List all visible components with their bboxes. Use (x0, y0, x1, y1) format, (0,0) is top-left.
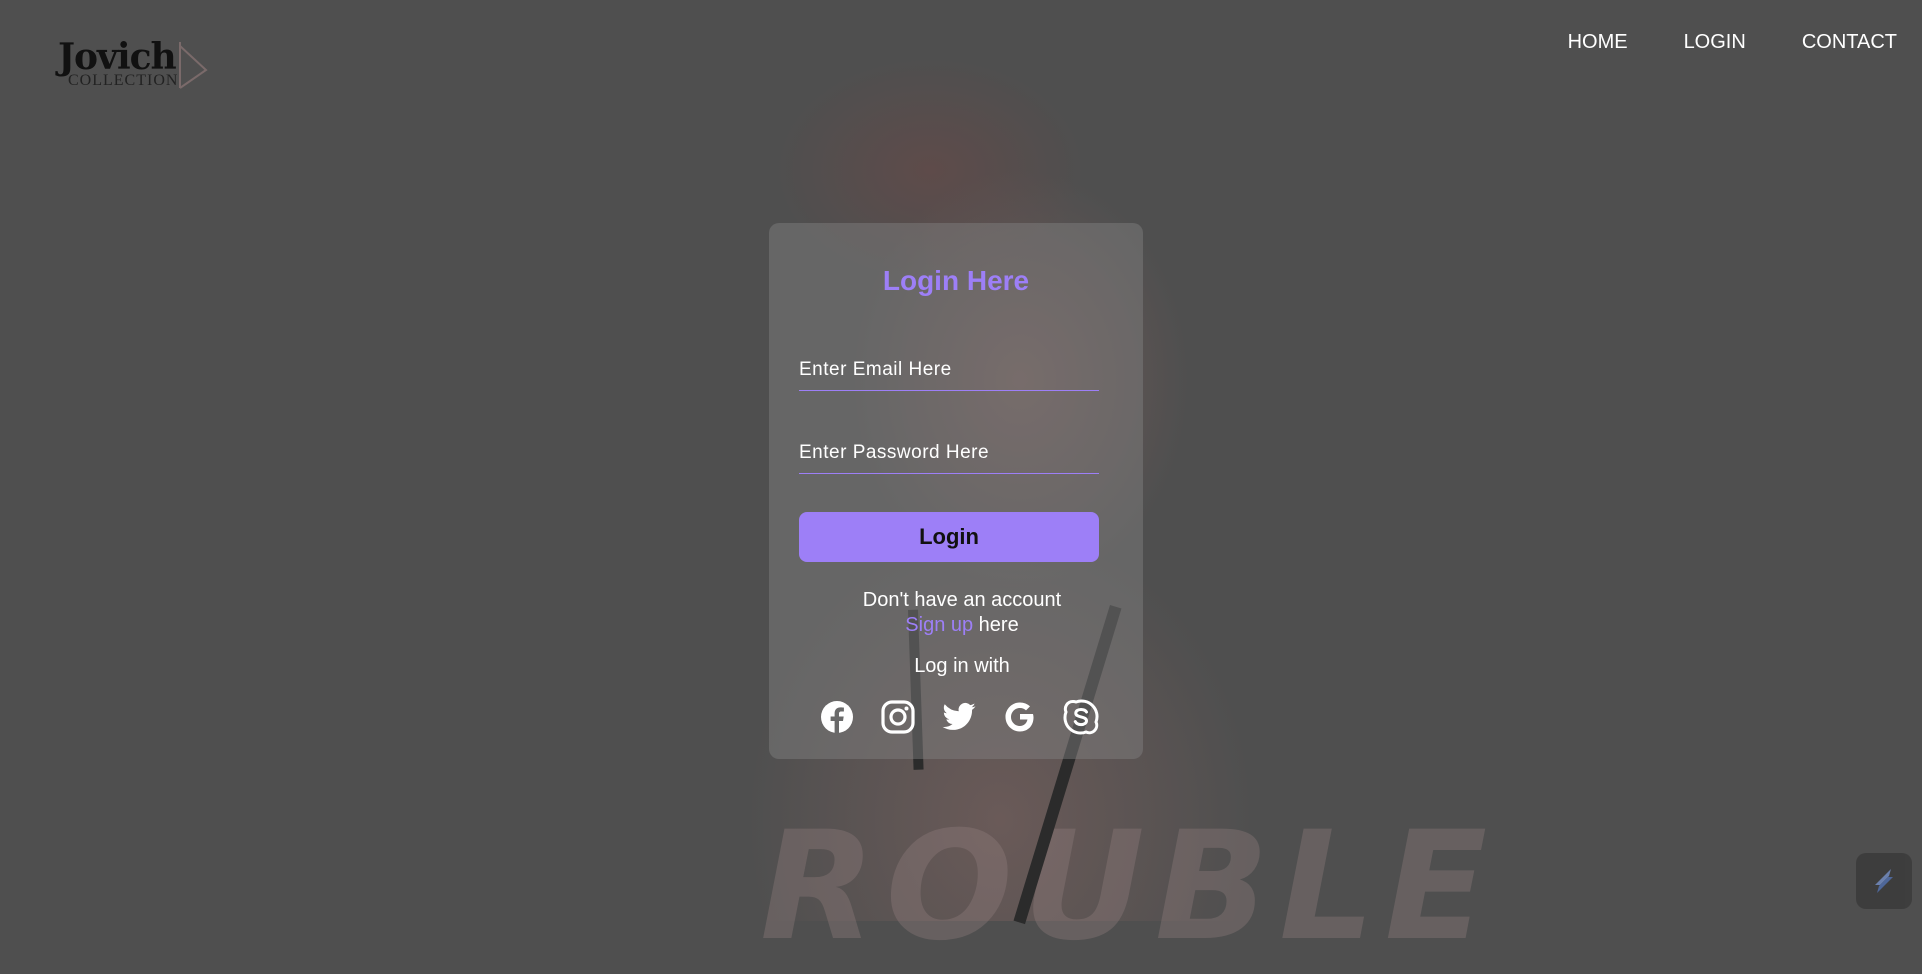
login-with-label: Log in with (914, 655, 1010, 677)
google-icon[interactable] (1002, 699, 1038, 735)
no-account-text: Don't have an account (862, 589, 1062, 611)
signup-link[interactable]: Sign up (905, 614, 973, 636)
instagram-icon[interactable] (880, 699, 916, 735)
social-login-icons (819, 699, 1099, 735)
nav-login[interactable]: LOGIN (1684, 31, 1746, 54)
login-title: Login Here (882, 265, 1030, 296)
login-card: Login Here Login Don't have an account S… (769, 223, 1143, 759)
hanger-icon (179, 42, 208, 89)
nav-home[interactable]: HOME (1568, 31, 1628, 54)
login-button[interactable]: Login (799, 512, 1099, 562)
brand-logo[interactable]: Jovich COLLECTION (58, 36, 218, 94)
background-hoodie-text: ROUBLE (760, 800, 1498, 974)
slash-logo-icon (1875, 869, 1893, 893)
signup-suffix: here (973, 614, 1019, 636)
password-field[interactable] (799, 433, 1099, 474)
signup-prompt: Don't have an account Sign up here (769, 588, 1143, 638)
top-nav: HOME LOGIN CONTACT (1568, 31, 1897, 54)
floating-action-button[interactable] (1856, 853, 1912, 909)
nav-contact[interactable]: CONTACT (1802, 31, 1897, 54)
facebook-icon[interactable] (819, 699, 855, 735)
twitter-icon[interactable] (941, 699, 977, 735)
email-field[interactable] (799, 350, 1099, 391)
skype-icon[interactable] (1063, 699, 1099, 735)
brand-subtitle: COLLECTION (68, 72, 179, 89)
